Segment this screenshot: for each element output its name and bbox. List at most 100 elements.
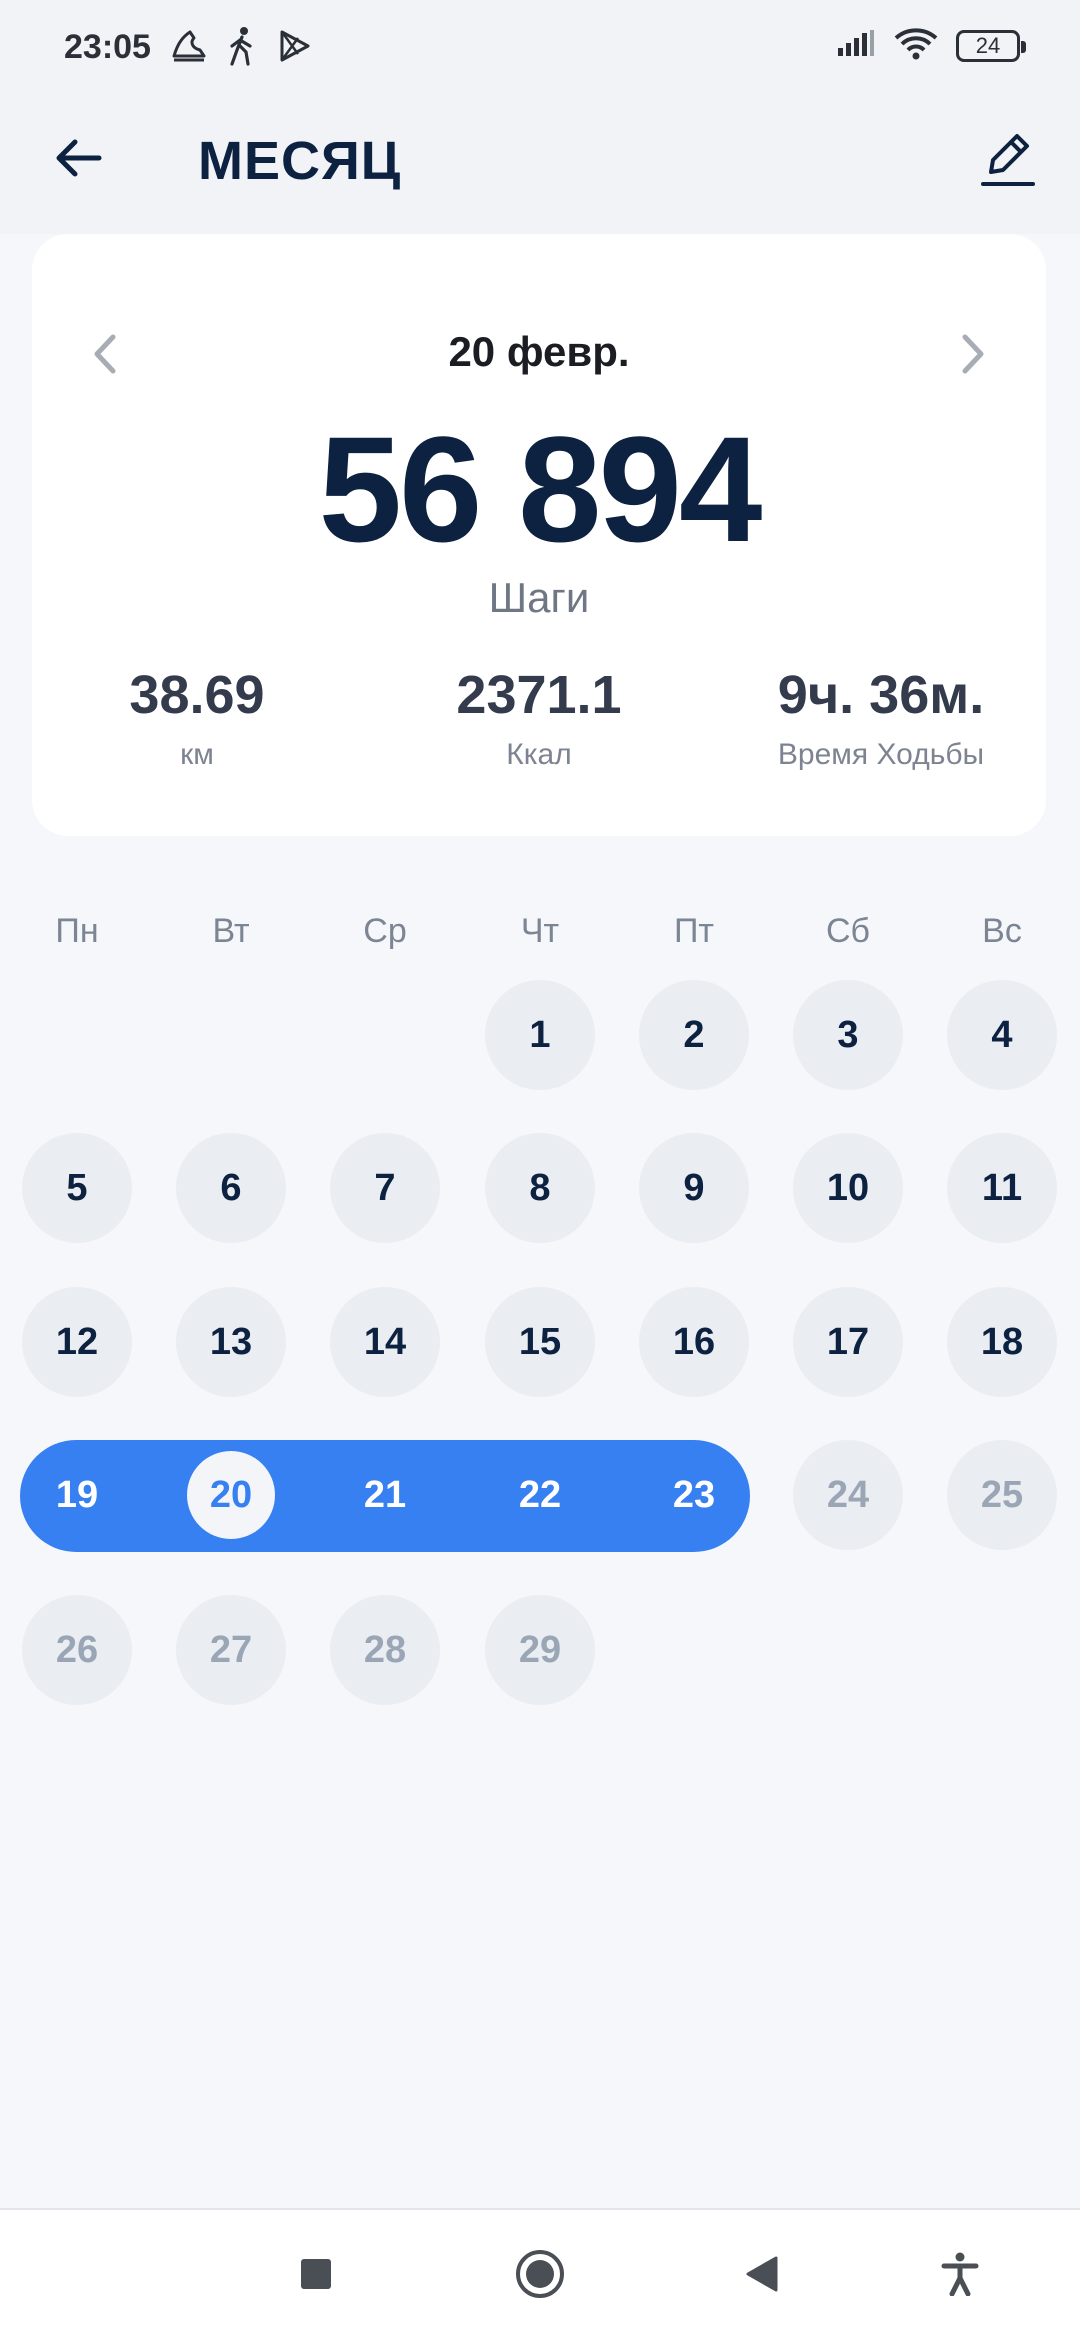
calendar-day-number: 12 [55, 1320, 99, 1363]
status-notification-icons [168, 26, 312, 71]
calendar-day[interactable]: 23 [639, 1440, 749, 1550]
calendar-day[interactable]: 10 [793, 1133, 903, 1243]
app-header: МЕСЯЦ [0, 100, 1080, 234]
calendar-day-number: 3 [837, 1013, 859, 1056]
calendar-day[interactable]: 15 [485, 1287, 595, 1397]
calendar-day-number: 22 [518, 1473, 562, 1516]
stat-value: 9ч. 36м. [777, 665, 985, 725]
calendar-day[interactable]: 14 [330, 1287, 440, 1397]
accessibility-button[interactable] [924, 2240, 996, 2312]
steps-count: 56 894 [318, 405, 763, 573]
calendar-day-number: 26 [55, 1628, 99, 1671]
status-bar: 23:05 24 [0, 0, 1080, 100]
calendar-day[interactable]: 25 [947, 1440, 1057, 1550]
stat-label: Время Ходьбы [777, 738, 985, 771]
stat-label: Ккал [506, 738, 572, 771]
calendar-day-number: 18 [980, 1320, 1024, 1363]
weekday-label: Ср [363, 912, 407, 950]
stat-walking-time: 9ч. 36м. Время Ходьбы [716, 664, 1046, 772]
calendar-day[interactable]: 24 [793, 1440, 903, 1550]
battery-icon: 24 [956, 29, 1026, 62]
calendar-day[interactable]: 18 [947, 1287, 1057, 1397]
system-back-button[interactable] [726, 2240, 798, 2312]
square-icon [299, 2257, 333, 2296]
home-button[interactable] [504, 2240, 576, 2312]
calendar-day[interactable]: 8 [485, 1133, 595, 1243]
battery-level: 24 [975, 32, 1001, 58]
edit-button[interactable] [972, 126, 1044, 198]
back-button[interactable] [46, 128, 110, 192]
wifi-icon [894, 26, 938, 65]
accessibility-icon [940, 2252, 980, 2301]
calendar-day-number: 16 [672, 1320, 716, 1363]
calendar-day-number: 8 [529, 1166, 551, 1209]
calendar-day-number: 14 [363, 1320, 407, 1363]
calendar-day-number: 10 [826, 1166, 870, 1209]
calendar-day-number: 1 [529, 1013, 551, 1056]
calendar-day-number: 17 [826, 1320, 870, 1363]
calendar-day[interactable]: 11 [947, 1133, 1057, 1243]
calendar-day-number: 15 [518, 1320, 562, 1363]
stat-distance: 38.69 км [32, 664, 362, 772]
weekday-header-row: Пн Вт Ср Чт Пт Сб Вс [0, 912, 1080, 962]
calendar-day-number: 27 [209, 1628, 253, 1671]
selected-date: 20 февр. [448, 328, 630, 375]
calendar-day-number: 2 [683, 1013, 705, 1056]
page-title: МЕСЯЦ [198, 131, 402, 191]
calendar-day-number: 4 [991, 1013, 1013, 1056]
calendar-day-number: 24 [826, 1473, 870, 1516]
calendar-day[interactable]: 2 [639, 980, 749, 1090]
calendar-day-number: 19 [55, 1473, 99, 1516]
weekday-label: Сб [825, 912, 871, 950]
calendar-day[interactable]: 1 [485, 980, 595, 1090]
weekday-label: Чт [520, 912, 560, 950]
calendar-day[interactable]: 7 [330, 1133, 440, 1243]
weekday-label: Пн [55, 912, 99, 950]
calendar-day[interactable]: 19 [22, 1440, 132, 1550]
calendar-day[interactable]: 3 [793, 980, 903, 1090]
calendar-day[interactable]: 4 [947, 980, 1057, 1090]
calendar-day[interactable]: 27 [176, 1595, 286, 1705]
calendar-day[interactable]: 22 [485, 1440, 595, 1550]
weekday-label: Вс [982, 912, 1022, 950]
arrow-left-icon [53, 136, 103, 185]
stat-label: км [180, 738, 214, 771]
next-day-button[interactable] [944, 326, 1004, 386]
calendar-day[interactable]: 17 [793, 1287, 903, 1397]
stat-value: 38.69 [129, 665, 265, 725]
calendar-day-number: 21 [363, 1473, 407, 1516]
calendar-day[interactable]: 29 [485, 1595, 595, 1705]
calendar-day-selected[interactable]: 20 [176, 1440, 286, 1550]
signal-icon [836, 28, 876, 63]
calendar-day[interactable]: 21 [330, 1440, 440, 1550]
steps-label: Шаги [488, 574, 590, 621]
weekday-label: Вт [212, 912, 250, 950]
recents-button[interactable] [280, 2240, 352, 2312]
status-time: 23:05 [64, 28, 151, 66]
calendar-day[interactable]: 16 [639, 1287, 749, 1397]
back-triangle-icon [742, 2254, 782, 2299]
calendar-day[interactable]: 12 [22, 1287, 132, 1397]
calendar-day[interactable]: 28 [330, 1595, 440, 1705]
stat-value: 2371.1 [456, 665, 622, 725]
calendar-day-number: 28 [363, 1628, 407, 1671]
calendar-day-number: 20 [209, 1473, 253, 1516]
system-navigation-bar [0, 2208, 1080, 2342]
calendar-day[interactable]: 5 [22, 1133, 132, 1243]
calendar-day[interactable]: 9 [639, 1133, 749, 1243]
pencil-icon [979, 130, 1037, 195]
chevron-right-icon [959, 331, 989, 382]
walking-person-icon [226, 26, 258, 71]
calendar-day-number: 29 [518, 1628, 562, 1671]
status-system-icons: 24 [836, 26, 1026, 65]
shoe-icon [168, 28, 208, 69]
calendar-day-number: 6 [220, 1166, 242, 1209]
calendar-day[interactable]: 6 [176, 1133, 286, 1243]
calendar-day[interactable]: 26 [22, 1595, 132, 1705]
stat-calories: 2371.1 Ккал [374, 664, 704, 772]
calendar-day-number: 23 [672, 1473, 716, 1516]
calendar-day[interactable]: 13 [176, 1287, 286, 1397]
play-store-icon [276, 28, 312, 69]
calendar-day-number: 11 [981, 1166, 1023, 1209]
calendar-day-number: 13 [209, 1320, 253, 1363]
